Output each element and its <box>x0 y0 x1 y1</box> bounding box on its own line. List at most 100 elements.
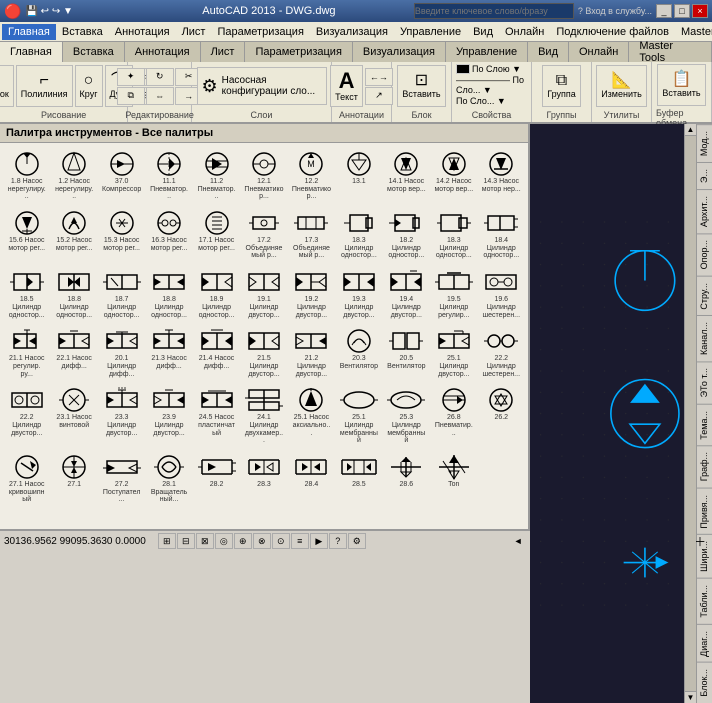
palette-item-26[interactable]: 18.8 Цилиндр одностор... <box>146 265 191 322</box>
menu-visualize[interactable]: Визуализация <box>310 24 394 40</box>
menu-annotation[interactable]: Аннотация <box>109 24 176 40</box>
palette-item-14[interactable]: 15.3 Насос мотор рег... <box>99 206 144 263</box>
palette-item-11[interactable]: 14.3 Насос мотор нер... <box>479 147 524 204</box>
ribbon-tab-manage[interactable]: Управление <box>446 42 528 62</box>
palette-item-39[interactable]: 21.5 Цилиндр двустор... <box>241 324 286 381</box>
menu-mastertools[interactable]: Master Tools <box>675 24 712 40</box>
palette-item-52[interactable]: 25.1 Цилиндр мембранный <box>336 383 381 448</box>
close-button[interactable]: × <box>692 4 708 18</box>
palette-item-61[interactable]: 28.3 <box>241 450 286 507</box>
ribbon-btn-circle[interactable]: ○ Круг <box>75 65 103 107</box>
status-polar-btn[interactable]: ◎ <box>215 533 233 549</box>
sidebar-tab-mod[interactable]: Мод... <box>697 124 712 162</box>
ribbon-tab-online[interactable]: Онлайн <box>569 42 629 62</box>
ribbon-tab-view[interactable]: Вид <box>528 42 569 62</box>
palette-item-48[interactable]: 23.9 Цилиндр двустор... <box>146 383 191 448</box>
sidebar-tab-blok[interactable]: Блок... <box>697 662 712 703</box>
palette-item-36[interactable]: 20.1 Цилиндр дифф... <box>99 324 144 381</box>
ribbon-btn-paste[interactable]: 📋 Вставить <box>657 64 705 106</box>
ribbon-tab-insert[interactable]: Вставка <box>63 42 125 62</box>
palette-item-63[interactable]: 28.5 <box>336 450 381 507</box>
sidebar-tab-arch[interactable]: Архит... <box>697 189 712 233</box>
ribbon-btn-measure[interactable]: 📐 Изменить <box>596 65 647 107</box>
palette-item-54[interactable]: 26.8 Пневматир... <box>431 383 476 448</box>
scroll-thumb[interactable] <box>685 136 696 691</box>
palette-item-65[interactable]: Ton <box>431 450 476 507</box>
status-sc-btn[interactable]: ⚙ <box>348 533 366 549</box>
menu-online[interactable]: Онлайн <box>499 24 550 40</box>
ribbon-tab-parametrize[interactable]: Параметризация <box>245 42 352 62</box>
palette-item-47[interactable]: 23.3 Цилиндр двустор... <box>99 383 144 448</box>
palette-item-25[interactable]: 18.7 Цилиндр одностор... <box>99 265 144 322</box>
palette-item-43[interactable]: 25.1 Цилиндр двустор... <box>431 324 476 381</box>
sidebar-tab-kanal[interactable]: Канал... <box>697 315 712 361</box>
sidebar-tab-tabl[interactable]: Табли... <box>697 578 712 624</box>
palette-item-64[interactable]: 28.6 <box>384 450 429 507</box>
palette-item-8[interactable]: 13.1 <box>336 147 381 204</box>
palette-item-18[interactable]: 17.3 Объединяемый р... <box>289 206 334 263</box>
sidebar-tab-shir[interactable]: Шири... <box>697 534 712 578</box>
status-dyn-btn[interactable]: ⊙ <box>272 533 290 549</box>
palette-item-58[interactable]: 27.2 Поступател... <box>99 450 144 507</box>
palette-item-17[interactable]: 17.2 Объединяемый р... <box>241 206 286 263</box>
palette-item-1[interactable]: 1.8 Насос нерегулиру... <box>4 147 49 204</box>
status-snap-btn[interactable]: ⊞ <box>158 533 176 549</box>
palette-item-44[interactable]: 22.2 Цилиндр шестерен... <box>479 324 524 381</box>
palette-item-49[interactable]: 24.5 Насос пластинчатый <box>194 383 239 448</box>
sidebar-tab-diag[interactable]: Диаг... <box>697 624 712 663</box>
palette-item-21[interactable]: 18.3 Цилиндр одностор... <box>431 206 476 263</box>
sidebar-tab-stru[interactable]: Стру... <box>697 276 712 316</box>
palette-item-24[interactable]: 18.8 Цилиндр одностор... <box>51 265 96 322</box>
ribbon-btn-leader[interactable]: ↗ <box>365 87 393 105</box>
palette-item-57[interactable]: 27.1 <box>51 450 96 507</box>
palette-item-19[interactable]: 18.3 Цилиндр одностор... <box>336 206 381 263</box>
palette-item-42[interactable]: 20.5 Вентилятор <box>384 324 429 381</box>
ribbon-tab-plugins[interactable]: Master Tools <box>629 42 712 62</box>
vscrollbar[interactable]: ▲ ▼ <box>684 124 696 703</box>
palette-item-38[interactable]: 21.4 Насос дифф... <box>194 324 239 381</box>
palette-item-46[interactable]: 23.1 Насос винтовой <box>51 383 96 448</box>
palette-item-15[interactable]: 16.3 Насос мотор рег... <box>146 206 191 263</box>
sidebar-tab-e[interactable]: Э... <box>697 162 712 189</box>
scroll-down-btn[interactable]: ▼ <box>685 691 696 703</box>
sidebar-tab-graf[interactable]: Граф... <box>697 445 712 487</box>
sidebar-tab-eto[interactable]: ЭТо т... <box>697 361 712 403</box>
status-ortho-btn[interactable]: ⊠ <box>196 533 214 549</box>
palette-item-41[interactable]: 20.3 Вентилятор <box>336 324 381 381</box>
palette-item-53[interactable]: 25.3 Цилиндр мембранный <box>384 383 429 448</box>
palette-item-35[interactable]: 22.1 Насос дифф... <box>51 324 96 381</box>
palette-item-10[interactable]: 14.2 Насос мотор вер... <box>431 147 476 204</box>
maximize-button[interactable]: □ <box>674 4 690 18</box>
ribbon-tab-home[interactable]: Главная <box>0 42 63 62</box>
menu-insert[interactable]: Вставка <box>56 24 109 40</box>
status-qp-btn[interactable]: ? <box>329 533 347 549</box>
sidebar-tab-priv[interactable]: Привя... <box>697 488 712 535</box>
drawing-area[interactable]: ▲ ▼ <box>530 124 696 703</box>
menu-manage[interactable]: Управление <box>394 24 467 40</box>
palette-item-29[interactable]: 19.2 Цилиндр двустор... <box>289 265 334 322</box>
ribbon-btn-polyline[interactable]: ⌐ Полилиния <box>16 65 73 107</box>
palette-item-45[interactable]: 22.2 Цилиндр двустор... <box>4 383 49 448</box>
palette-item-51[interactable]: 25.1 Насос аксиально... <box>289 383 334 448</box>
status-tp-btn[interactable]: ▶ <box>310 533 328 549</box>
palette-item-13[interactable]: 15.2 Насос мотор рег... <box>51 206 96 263</box>
status-lw-btn[interactable]: ≡ <box>291 533 309 549</box>
palette-item-56[interactable]: 27.1 Насос кривошипный <box>4 450 49 507</box>
ribbon-tab-visualize[interactable]: Визуализация <box>353 42 446 62</box>
palette-item-40[interactable]: 21.2 Цилиндр двустор... <box>289 324 334 381</box>
search-input[interactable] <box>414 3 574 19</box>
palette-item-5[interactable]: 11.2 Пневматор... <box>194 147 239 204</box>
sidebar-tab-opor[interactable]: Опор... <box>697 233 712 275</box>
menu-sheet[interactable]: Лист <box>176 24 212 40</box>
ribbon-btn-dim[interactable]: ←→ <box>365 68 393 86</box>
ribbon-btn-group[interactable]: ⧉ Группа <box>542 65 581 107</box>
palette-item-27[interactable]: 18.9 Цилиндр одностор... <box>194 265 239 322</box>
ribbon-btn-copy[interactable]: ⧉ <box>117 87 145 105</box>
palette-item-20[interactable]: 18.2 Цилиндр одностор... <box>384 206 429 263</box>
menu-view[interactable]: Вид <box>467 24 499 40</box>
palette-item-55[interactable]: 26.2 <box>479 383 524 448</box>
status-otrack-btn[interactable]: ⊗ <box>253 533 271 549</box>
palette-item-23[interactable]: 18.5 Цилиндр одностор... <box>4 265 49 322</box>
palette-item-60[interactable]: 28.2 <box>194 450 239 507</box>
palette-item-2[interactable]: 1.2 Насос нерегулиру... <box>51 147 96 204</box>
